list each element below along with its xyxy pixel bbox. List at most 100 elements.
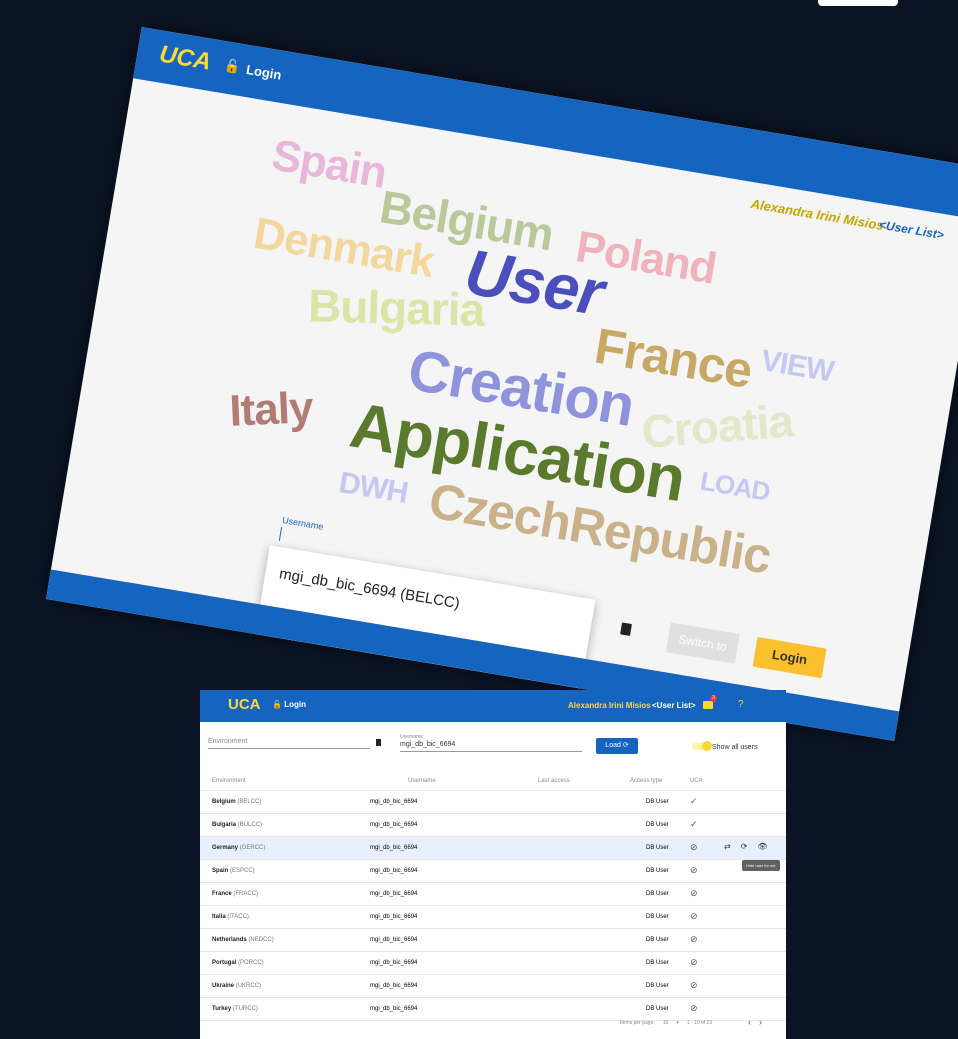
environment-cell: Portugal (PORCC) [212,960,264,966]
cloud-word: DWH [336,466,410,510]
environment-name: Portugal [212,960,237,966]
switch-to-button[interactable]: Switch to [665,622,740,664]
login-link-label: Login [245,61,283,83]
access-type-cell: DB User [646,1006,669,1012]
environment-cell: Netherlands (NEDCC) [212,937,274,943]
user-list-link[interactable]: <User List> [878,218,945,243]
environment-code: (BELCC) [237,799,262,805]
environment-input[interactable]: Environment [208,738,370,749]
hide-eye-icon[interactable]: 👁 [757,842,767,851]
environment-name: Germany [212,845,239,851]
environment-cell: Ukraine (UKRCC) [212,983,261,989]
environment-cell: France (FRACC) [212,891,258,897]
next-page-icon[interactable]: › [759,1017,770,1027]
table-row[interactable]: France (FRACC) mgi_db_bic_6694 DB User ⊘ [200,883,786,906]
environment-name: Bulgaria [212,822,237,828]
environment-code: (ITACC) [227,914,249,920]
login-button[interactable]: Login [752,637,827,679]
current-user-name[interactable]: Alexandra Irini Misios [568,701,651,710]
table-row[interactable]: Netherlands (NEDCC) mgi_db_bic_6694 DB Use… [200,929,786,952]
previous-page-icon[interactable]: ‹ [748,1017,759,1027]
environment-name: Netherlands [212,937,247,943]
environment-name: Italia [212,914,226,920]
environment-name: Belgium [212,799,236,805]
table-row[interactable]: Ukraine (UKRCC) mgi_db_bic_6694 DB User ⊘ [200,975,786,998]
uca-status-icon: ⊘ [690,888,698,898]
username-cell: mgi_db_bic_6694 [370,799,418,805]
username-input-caret[interactable] [278,526,283,541]
chevron-down-icon[interactable]: ▾ [676,1020,679,1026]
table-row[interactable]: Bulgaria (BULCC) mgi_db_bic_6694 DB User ✓ [200,814,786,837]
environment-code: (ESPCC) [230,868,255,874]
lock-icon: 🔓 [223,57,242,75]
items-per-page-select[interactable]: 10 [663,1020,669,1026]
access-type-cell: DB User [646,960,669,966]
app-logo[interactable]: UCA [157,41,213,77]
trash-icon[interactable] [376,739,381,746]
access-type-cell: DB User [646,822,669,828]
page-range: 1 - 10 of 23 [686,1020,713,1026]
window-corner-chip [818,0,898,6]
switch-icon[interactable]: ⇄ [724,842,731,851]
uca-status-icon: ⊘ [690,957,698,967]
username-cell: mgi_db_bic_6694 [370,960,418,966]
username-cell: mgi_db_bic_6694 [370,845,418,851]
uca-status-icon: ⊘ [690,980,698,990]
username-cell: mgi_db_bic_6694 [370,822,418,828]
login-screen: UCA 🔓 Login Alexandra Irini Misios <User… [46,27,958,741]
pager-arrows: ‹› [748,1017,770,1027]
cloud-word: LOAD [698,465,772,507]
column-header[interactable]: Access type [630,778,662,784]
username-cell: mgi_db_bic_6694 [370,868,418,874]
login-link[interactable]: 🔓 Login [223,57,282,82]
column-header[interactable]: Username [408,778,436,784]
autocomplete-option[interactable]: mgi_db_bic_6694 (BELCC) [278,565,461,612]
user-list-link[interactable]: <User List> [652,701,696,710]
items-per-page-label: Items per page: [620,1020,655,1026]
login-link[interactable]: 🔓 Login [272,700,306,709]
uca-status-icon: ⊘ [690,842,698,852]
column-header[interactable]: UCA [690,778,703,784]
load-button-label: Load [605,742,621,749]
load-button[interactable]: Load ⟳ [596,738,638,754]
current-user-name[interactable]: Alexandra Irini Misios [750,196,885,233]
access-type-cell: DB User [646,799,669,805]
column-header[interactable]: Environment [212,778,246,784]
trash-icon[interactable] [620,622,632,636]
top-app-bar: UCA 🔓 Login Alexandra Irini Misios <User… [200,690,786,722]
refresh-icon[interactable]: ⟳ [741,842,748,851]
table-row[interactable]: Italia (ITACC) mgi_db_bic_6694 DB User ⊘ [200,906,786,929]
username-label: Username [281,515,325,532]
environment-cell: Belgium (BELCC) [212,799,261,805]
mail-icon[interactable] [703,701,713,709]
table-header: Environment Username Last access Access … [200,770,786,791]
username-cell: mgi_db_bic_6694 [370,914,418,920]
username-input[interactable]: mgi_db_bic_6694 [400,741,582,752]
login-link-label: Login [284,700,306,709]
user-table-screen: UCA 🔓 Login Alexandra Irini Misios <User… [200,690,786,1039]
username-cell: mgi_db_bic_6694 [370,937,418,943]
row-actions: ⇄ ⟳ 👁 [724,842,768,851]
help-icon[interactable]: ? [738,699,744,710]
table-row[interactable]: Belgium (BELCC) mgi_db_bic_6694 DB User ✓ [200,791,786,814]
environment-name: Ukraine [212,983,235,989]
environment-code: (BULCC) [237,822,263,828]
environment-name: Turkey [212,1006,232,1012]
toggle-knob[interactable] [702,741,712,751]
table-row[interactable]: Spain (ESPCC) mgi_db_bic_6694 DB User ⊘ [200,860,786,883]
access-type-cell: DB User [646,868,669,874]
app-logo[interactable]: UCA [228,696,261,713]
username-cell: mgi_db_bic_6694 [370,891,418,897]
uca-status-icon: ⊘ [690,934,698,944]
table-row[interactable]: Germany (GERCC) mgi_db_bic_6694 DB User ⊘ ⇄ ⟳… [200,837,786,860]
column-header[interactable]: Last access [538,778,570,784]
show-all-users-label: Show all users [712,744,758,751]
table-row[interactable]: Portugal (PORCC) mgi_db_bic_6694 DB User ⊘ [200,952,786,975]
paginator: Items per page: 10 ▾ 1 - 10 of 23 [620,1020,712,1026]
table-row[interactable]: Turkey (TURCC) mgi_db_bic_6694 DB User ⊘ [200,998,786,1021]
cloud-word: Croatia [639,394,795,459]
environment-code: (UKRCC) [235,983,262,989]
environment-cell: Italia (ITACC) [212,914,249,920]
username-cell: mgi_db_bic_6694 [370,1006,418,1012]
users-table: Environment Username Last access Access … [200,770,786,1021]
